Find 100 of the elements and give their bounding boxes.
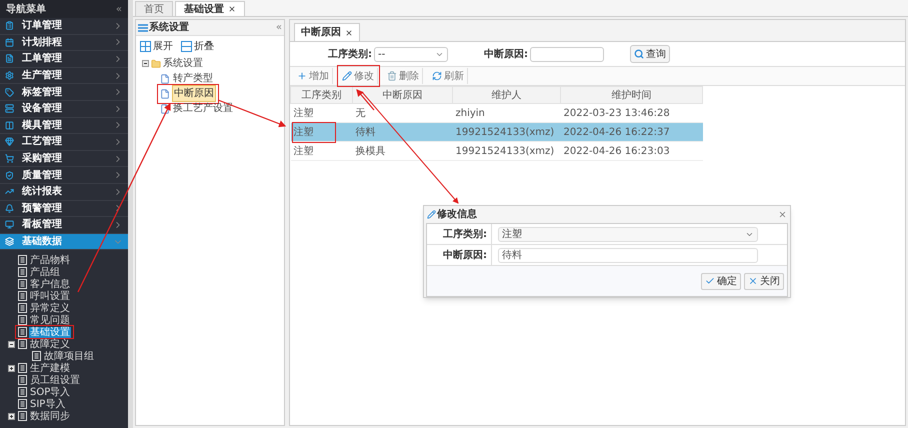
tree-item[interactable]: 数据同步: [29, 410, 71, 422]
close-icon: [748, 276, 758, 286]
table-row[interactable]: 注塑 换模具 19921524133(xmz) 2022-04-26 16:23:03: [290, 142, 702, 160]
plus-icon: [297, 71, 307, 81]
calendar-icon: [5, 38, 14, 47]
panel-title: 系统设置: [149, 20, 189, 35]
tag-icon: [5, 88, 14, 97]
gem-icon: [5, 137, 14, 146]
menu-item[interactable]: 基础数据: [0, 234, 128, 250]
list-icon: [18, 291, 27, 302]
server-icon: [5, 104, 14, 114]
highlight-box: [157, 84, 219, 104]
sidebar-title: 导航菜单: [6, 2, 46, 16]
trash-icon: [387, 71, 397, 81]
field-label: 中断原因:: [427, 245, 492, 265]
field-label: 中断原因:: [484, 48, 528, 62]
table-cell: 注塑: [294, 126, 314, 138]
query-button[interactable]: 查询: [630, 45, 670, 63]
collapse-icon[interactable]: [142, 60, 149, 67]
collapse-icon[interactable]: [8, 340, 15, 348]
toolbar-button[interactable]: 删除: [384, 68, 423, 84]
menu-item[interactable]: 计划排程: [0, 34, 128, 52]
tree-item[interactable]: 产品物料: [29, 254, 71, 266]
table-cell: 无: [356, 108, 366, 118]
list-icon: [18, 327, 27, 338]
list-icon: [18, 279, 27, 290]
table-cell: 2022-04-26 16:22:37: [564, 126, 670, 138]
menu-item[interactable]: 工艺管理: [0, 134, 128, 151]
list-icon: [18, 387, 27, 398]
list-icon: [18, 363, 27, 374]
split-icon: [181, 40, 192, 52]
table-cell: 2022-03-23 13:46:28: [564, 108, 670, 118]
close-icon[interactable]: [345, 28, 353, 36]
menu-item[interactable]: 统计报表: [0, 184, 128, 201]
menu-item[interactable]: 工单管理: [0, 51, 128, 68]
highlight-box: [15, 325, 74, 340]
pencil-icon: [342, 71, 352, 81]
tree-item[interactable]: 系统设置: [163, 56, 203, 71]
refresh-icon: [432, 71, 442, 81]
expand-icon[interactable]: [8, 412, 15, 420]
pencil-icon: [427, 210, 436, 219]
dialog-button[interactable]: 关闭: [744, 272, 784, 290]
tree-item[interactable]: 中断原因: [172, 85, 216, 102]
tree-item[interactable]: 换工艺产设置: [172, 101, 234, 116]
select-field[interactable]: 注塑: [498, 226, 758, 242]
toolbar-button[interactable]: 刷新: [429, 68, 468, 84]
list-icon: [18, 399, 27, 410]
file-icon: [160, 74, 170, 84]
tree-item[interactable]: 呼叫设置: [29, 290, 71, 302]
menu-item[interactable]: 订单管理: [0, 18, 128, 35]
tab[interactable]: 中断原因: [294, 23, 360, 41]
check-icon: [705, 276, 715, 286]
menu-item[interactable]: 质量管理: [0, 167, 128, 184]
tree-item[interactable]: 故障项目组: [43, 350, 95, 362]
toolbar-button[interactable]: 展开: [140, 38, 173, 54]
layers-icon: [5, 237, 14, 246]
toolbar-button[interactable]: 修改: [339, 68, 378, 84]
list-icon: [18, 411, 27, 422]
toolbar-button[interactable]: 折叠: [181, 38, 214, 54]
list-icon: [18, 267, 27, 278]
toolbar-button[interactable]: 增加: [294, 68, 333, 84]
tree-item[interactable]: SIP导入: [29, 398, 66, 410]
tree-item[interactable]: 基础设置: [29, 326, 71, 338]
document-icon: [5, 54, 14, 64]
table-cell: 19921524133(xmz): [456, 146, 554, 156]
menu-item[interactable]: 模具管理: [0, 118, 128, 134]
column-header[interactable]: 维护时间: [560, 86, 702, 104]
tree-item[interactable]: 员工组设置: [29, 374, 81, 386]
column-header[interactable]: 中断原因: [352, 86, 452, 104]
select-field[interactable]: --: [374, 46, 448, 62]
table-cell: 换模具: [356, 146, 386, 156]
close-icon[interactable]: [228, 5, 236, 13]
tab[interactable]: 首页: [135, 1, 173, 16]
column-header[interactable]: 维护人: [452, 86, 560, 104]
highlight-box: [292, 122, 336, 142]
collapse-button[interactable]: «: [116, 2, 122, 16]
table-cell: 待料: [356, 126, 376, 138]
list-icon: [32, 351, 41, 362]
tree-item[interactable]: 生产建模: [29, 362, 71, 374]
input-field[interactable]: 待料: [498, 248, 758, 262]
tree-item[interactable]: 异常定义: [29, 302, 71, 314]
monitor-icon: [5, 220, 14, 230]
tab[interactable]: 基础设置: [175, 1, 245, 16]
tree-item[interactable]: 客户信息: [29, 278, 71, 290]
tree-item[interactable]: 常见问题: [29, 314, 71, 326]
cart-icon: [5, 154, 14, 164]
table-cell: 2022-04-26 16:23:03: [564, 146, 670, 156]
tree-item[interactable]: SOP导入: [29, 386, 72, 398]
tree-item[interactable]: 产品组: [29, 266, 61, 278]
table-row[interactable]: 注塑 待料 19921524133(xmz) 2022-04-26 16:22:37: [290, 122, 702, 142]
menu-item[interactable]: 生产管理: [0, 68, 128, 84]
tree-item[interactable]: 转产类型: [172, 71, 214, 86]
dialog-button[interactable]: 确定: [701, 272, 741, 290]
input-field[interactable]: [530, 46, 604, 62]
expand-icon[interactable]: [8, 364, 15, 372]
file-icon: [160, 88, 170, 98]
tree-item[interactable]: 故障定义: [29, 338, 71, 350]
column-header[interactable]: 工序类别: [290, 86, 352, 104]
list-icon: [138, 24, 148, 32]
shield-icon: [5, 170, 14, 180]
